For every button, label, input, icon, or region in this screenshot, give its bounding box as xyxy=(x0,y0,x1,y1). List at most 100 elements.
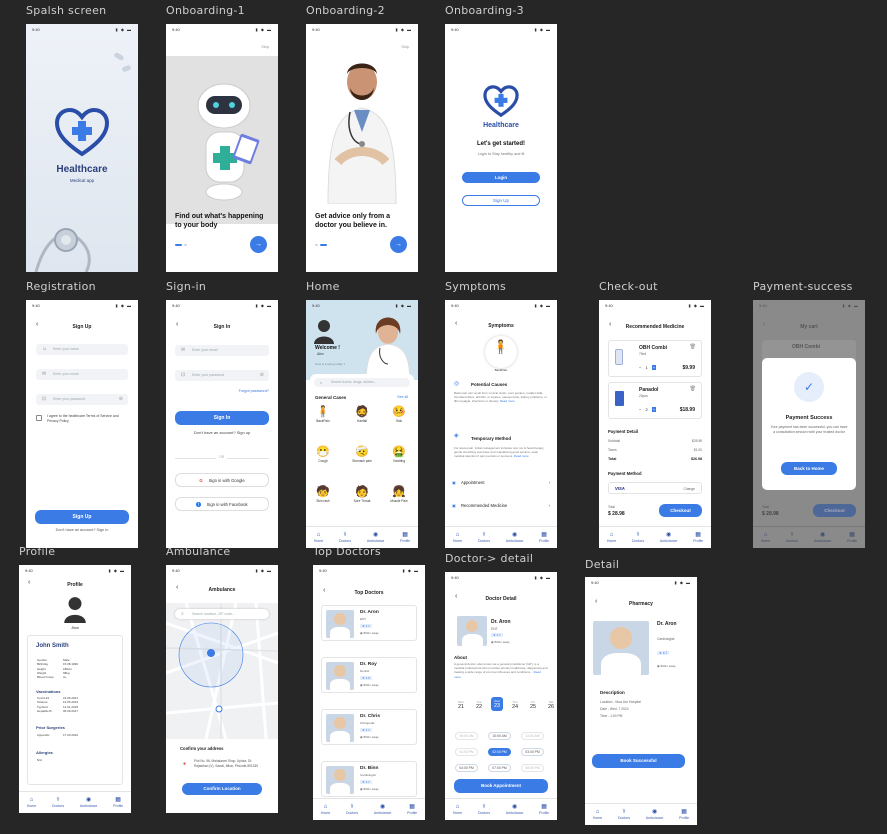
time-slot[interactable]: 03:00 PM xyxy=(521,748,544,756)
confirm-location-button[interactable]: Confirm Location xyxy=(182,783,262,795)
terms-checkbox[interactable] xyxy=(36,415,42,421)
nav-home[interactable]: ⌂ Home xyxy=(314,532,323,543)
eye-off-icon[interactable]: ⊘ xyxy=(119,394,123,405)
doctor-card[interactable]: Dr. Binn Cardiologist ★ 4.7 ◉ 800m away xyxy=(321,761,417,797)
quantity-stepper[interactable]: − 2 + xyxy=(639,407,657,412)
google-signin-button[interactable]: G Sign in with Google xyxy=(175,473,269,487)
signin-button[interactable]: Sign In xyxy=(175,411,269,425)
map-view[interactable] xyxy=(166,603,278,739)
nav-ambulance[interactable]: ◉ Ambulance xyxy=(506,804,524,815)
nav-home[interactable]: ⌂ Home xyxy=(27,797,36,808)
name-field[interactable]: ☺ Enter your name xyxy=(36,344,128,355)
nav-ambulance[interactable]: ◉ Ambulance xyxy=(814,532,832,543)
time-slot[interactable]: 02:00 PM xyxy=(488,748,511,756)
login-button[interactable]: Login xyxy=(462,172,540,183)
nav-home[interactable]: ⌂ Home xyxy=(453,532,462,543)
checkout-button[interactable]: Checkout xyxy=(813,504,856,517)
plus-icon[interactable]: + xyxy=(651,365,657,370)
nav-doctors[interactable]: ⚕ Doctors xyxy=(632,532,644,543)
nav-doctors[interactable]: ⚕ Doctors xyxy=(478,804,490,815)
nav-ambulance[interactable]: ◉ Ambulance xyxy=(80,797,98,808)
medicine-row[interactable]: ▣ Recommended Medicine › xyxy=(452,503,550,508)
nav-home[interactable]: ⌂ Home xyxy=(593,809,602,820)
nav-ambulance[interactable]: ◉ Ambulance xyxy=(506,532,524,543)
signup-link[interactable]: Don't have an account? Sign up xyxy=(166,430,278,435)
trash-icon[interactable]: 🗑 xyxy=(690,386,696,392)
plus-icon[interactable]: + xyxy=(651,407,657,412)
case-muscle-pain[interactable]: 👧 Muscle Pain xyxy=(388,486,410,503)
facebook-signin-button[interactable]: f Sign in with Facebook xyxy=(175,497,269,511)
nav-profile[interactable]: ▦ Profile xyxy=(847,532,857,543)
quantity-stepper[interactable]: − 1 + xyxy=(639,365,657,370)
nav-profile[interactable]: ▦ Profile xyxy=(407,804,417,815)
search-input[interactable]: ⌕ Search doctor, drugs, articles... xyxy=(314,378,410,387)
avatar[interactable] xyxy=(314,318,334,344)
nav-ambulance[interactable]: ◉ Ambulance xyxy=(660,532,678,543)
case-stomach-pain[interactable]: 🤕 Stomach pain xyxy=(350,446,374,463)
date-option[interactable]: Tue 22 xyxy=(473,700,485,710)
payment-method-card[interactable]: VISA Change xyxy=(608,482,702,494)
nav-profile[interactable]: ▦ Profile xyxy=(539,532,549,543)
nav-doctors[interactable]: ⚕ Doctors xyxy=(346,804,358,815)
appointment-row[interactable]: ▣ Appointment › xyxy=(452,480,550,485)
skip-link[interactable]: Skip xyxy=(261,44,269,49)
time-slot[interactable]: 01:00 PM xyxy=(455,748,478,756)
time-slot[interactable]: 04:00 PM xyxy=(455,764,478,772)
case-cough[interactable]: 😷 Cough xyxy=(314,446,332,463)
next-button[interactable]: → xyxy=(250,236,267,253)
doctor-card[interactable]: Dr. Chris Orthopedic ★ 4.7 ◉ 800m away xyxy=(321,709,417,745)
nav-profile[interactable]: ▦ Profile xyxy=(679,809,689,820)
case-hairfall[interactable]: 🧔 Hairfall xyxy=(353,406,371,423)
email-field[interactable]: ✉ Enter your email xyxy=(175,345,269,356)
email-field[interactable]: ✉ Enter your email xyxy=(36,369,128,380)
nav-home[interactable]: ⌂ Home xyxy=(607,532,616,543)
see-all-link[interactable]: See all xyxy=(397,395,408,399)
date-option[interactable]: Sat 26 xyxy=(545,700,557,710)
back-to-home-button[interactable]: Back to Home xyxy=(781,462,837,475)
forgot-password-link[interactable]: Forgot password? xyxy=(239,389,269,393)
time-slot[interactable]: 08:00 PM xyxy=(521,764,544,772)
nav-doctors[interactable]: ⚕ Doctors xyxy=(339,532,351,543)
next-button[interactable]: → xyxy=(390,236,407,253)
book-appointment-button[interactable]: Book Appointment xyxy=(454,779,548,793)
case-backpain[interactable]: 🧍 BackPain xyxy=(314,406,332,423)
nav-home[interactable]: ⌂ Home xyxy=(321,804,330,815)
case-skin-rash[interactable]: 🧒 Skin rash xyxy=(314,486,332,503)
eye-off-icon[interactable]: ⊘ xyxy=(260,370,264,381)
nav-doctors[interactable]: ⚕ Doctors xyxy=(786,532,798,543)
date-option[interactable]: Mon 21 xyxy=(455,700,467,710)
minus-icon[interactable]: − xyxy=(639,407,641,412)
date-option[interactable]: Wed 23 xyxy=(491,697,503,711)
nav-ambulance[interactable]: ◉ Ambulance xyxy=(367,532,385,543)
nav-profile[interactable]: ▦ Profile xyxy=(539,804,549,815)
nav-home[interactable]: ⌂ Home xyxy=(453,804,462,815)
time-slot[interactable]: 11:00 AM xyxy=(521,732,544,740)
nav-profile[interactable]: ▦ Profile xyxy=(400,532,410,543)
nav-home[interactable]: ⌂ Home xyxy=(761,532,770,543)
case-vomiting[interactable]: 🤮 Vomiting xyxy=(390,446,408,463)
signup-button[interactable]: Sign Up xyxy=(35,510,129,524)
location-search-input[interactable]: ⌕ Search location, ZIP code... xyxy=(175,609,269,619)
read-more-link[interactable]: Read more xyxy=(514,454,529,458)
checkout-button[interactable]: Checkout xyxy=(659,504,702,517)
time-slot[interactable]: 07:00 PM xyxy=(488,764,511,772)
doctor-card[interactable]: Dr. Roy Dentist ★ 4.9 ◉ 800m away xyxy=(321,657,417,693)
trash-icon[interactable]: 🗑 xyxy=(690,344,696,350)
minus-icon[interactable]: − xyxy=(639,365,641,370)
password-field[interactable]: ⊡ Enter your password ⊘ xyxy=(36,394,128,405)
read-more-link[interactable]: Read more xyxy=(500,399,515,403)
skip-link[interactable]: Skip xyxy=(401,44,409,49)
nav-profile[interactable]: ▦ Profile xyxy=(113,797,123,808)
doctor-card[interactable]: Dr. Aron ENT ★ 4.7 ◉ 800m away xyxy=(321,605,417,641)
case-sick[interactable]: 🤒 Sick xyxy=(390,406,408,423)
nav-ambulance[interactable]: ◉ Ambulance xyxy=(374,804,392,815)
date-option[interactable]: Fri 25 xyxy=(527,700,539,710)
signin-link[interactable]: Don't have an account? Sign In xyxy=(26,528,138,532)
password-field[interactable]: ⊡ Enter your password ⊘ xyxy=(175,370,269,381)
book-successful-button[interactable]: Book Successful xyxy=(592,754,685,768)
time-slot[interactable]: 09:00 AM xyxy=(455,732,478,740)
nav-doctors[interactable]: ⚕ Doctors xyxy=(478,532,490,543)
signup-button[interactable]: Sign Up xyxy=(462,195,540,206)
nav-profile[interactable]: ▦ Profile xyxy=(693,532,703,543)
date-option[interactable]: Thu 24 xyxy=(509,700,521,710)
